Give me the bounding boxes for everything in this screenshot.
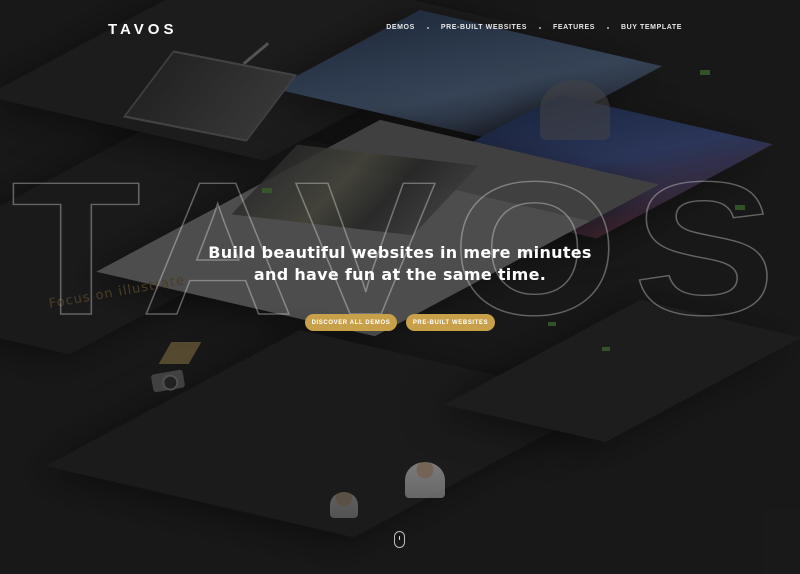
hero-title-line-1: Build beautiful websites in mere minutes: [208, 243, 592, 262]
nav-item-buy-template[interactable]: Buy Template: [621, 24, 682, 31]
brand-logo[interactable]: TAVOS: [108, 21, 177, 38]
scroll-wheel: [398, 536, 400, 540]
hero-title-line-2: and have fun at the same time.: [253, 265, 547, 284]
nav-item-demos[interactable]: Demos: [386, 24, 415, 31]
nav-separator: [607, 26, 609, 29]
pre-built-websites-button[interactable]: Pre-Built Websites: [406, 314, 495, 331]
discover-all-demos-button[interactable]: Discover All Demos: [305, 314, 397, 331]
background-collage: Focus on illustrate TAVOS: [0, 0, 800, 574]
main-nav: Demos Pre-Built Websites Features Buy Te…: [386, 24, 682, 31]
nav-separator: [538, 26, 541, 29]
nav-item-pre-built-websites[interactable]: Pre-Built Websites: [441, 24, 527, 31]
mouse-scroll-icon[interactable]: [394, 531, 405, 548]
nav-item-features[interactable]: Features: [553, 24, 595, 31]
nav-separator: [426, 26, 429, 29]
hero-title: Build beautiful websites in mere minutes…: [0, 242, 800, 286]
